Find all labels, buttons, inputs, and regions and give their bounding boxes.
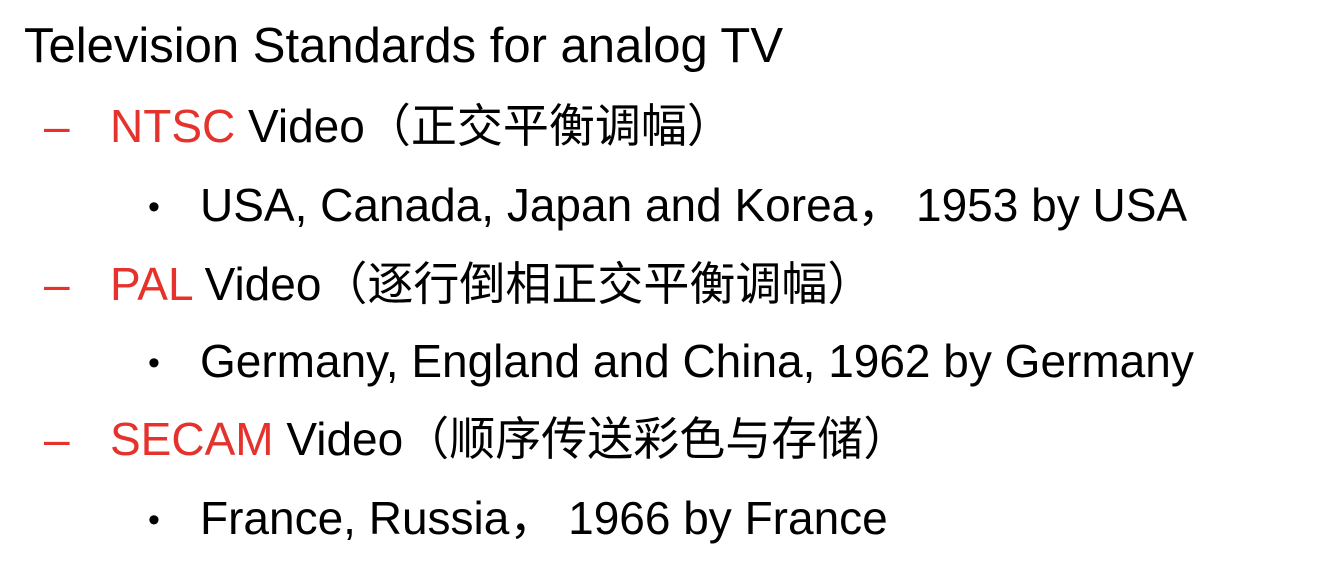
standard-detail-text: France, Russia， 1966 by France [200,492,888,544]
standard-secam-detail: • France, Russia， 1966 by France [148,490,888,548]
standard-name: NTSC [110,100,236,152]
standard-pal: – PAL Video（逐行倒相正交平衡调幅） [44,256,873,312]
standard-detail-text: Germany, England and China, 1962 by Germ… [200,335,1194,387]
dash-marker: – [44,258,70,310]
slide: Television Standards for analog TV – NTSC… [0,0,1328,570]
standard-detail-text: USA, Canada, Japan and Korea， 1953 by US… [200,179,1188,231]
standard-secam: – SECAM Video（顺序传送彩色与存储） [44,411,909,467]
standard-description: Video（正交平衡调幅） [235,100,733,152]
bullet-marker: • [148,344,160,382]
standard-ntsc-detail: • USA, Canada, Japan and Korea， 1953 by U… [148,177,1187,235]
standard-name: PAL [110,258,192,310]
bullet-marker: • [148,501,160,539]
dash-marker: – [44,413,70,465]
standard-description: Video（逐行倒相正交平衡调幅） [191,258,874,310]
standard-name: SECAM [110,413,274,465]
standard-ntsc: – NTSC Video（正交平衡调幅） [44,98,733,154]
standard-pal-detail: • Germany, England and China, 1962 by Ger… [148,333,1194,391]
standard-description: Video（顺序传送彩色与存储） [273,413,910,465]
slide-title: Television Standards for analog TV [24,19,784,73]
dash-marker: – [44,100,70,152]
bullet-marker: • [148,188,160,226]
